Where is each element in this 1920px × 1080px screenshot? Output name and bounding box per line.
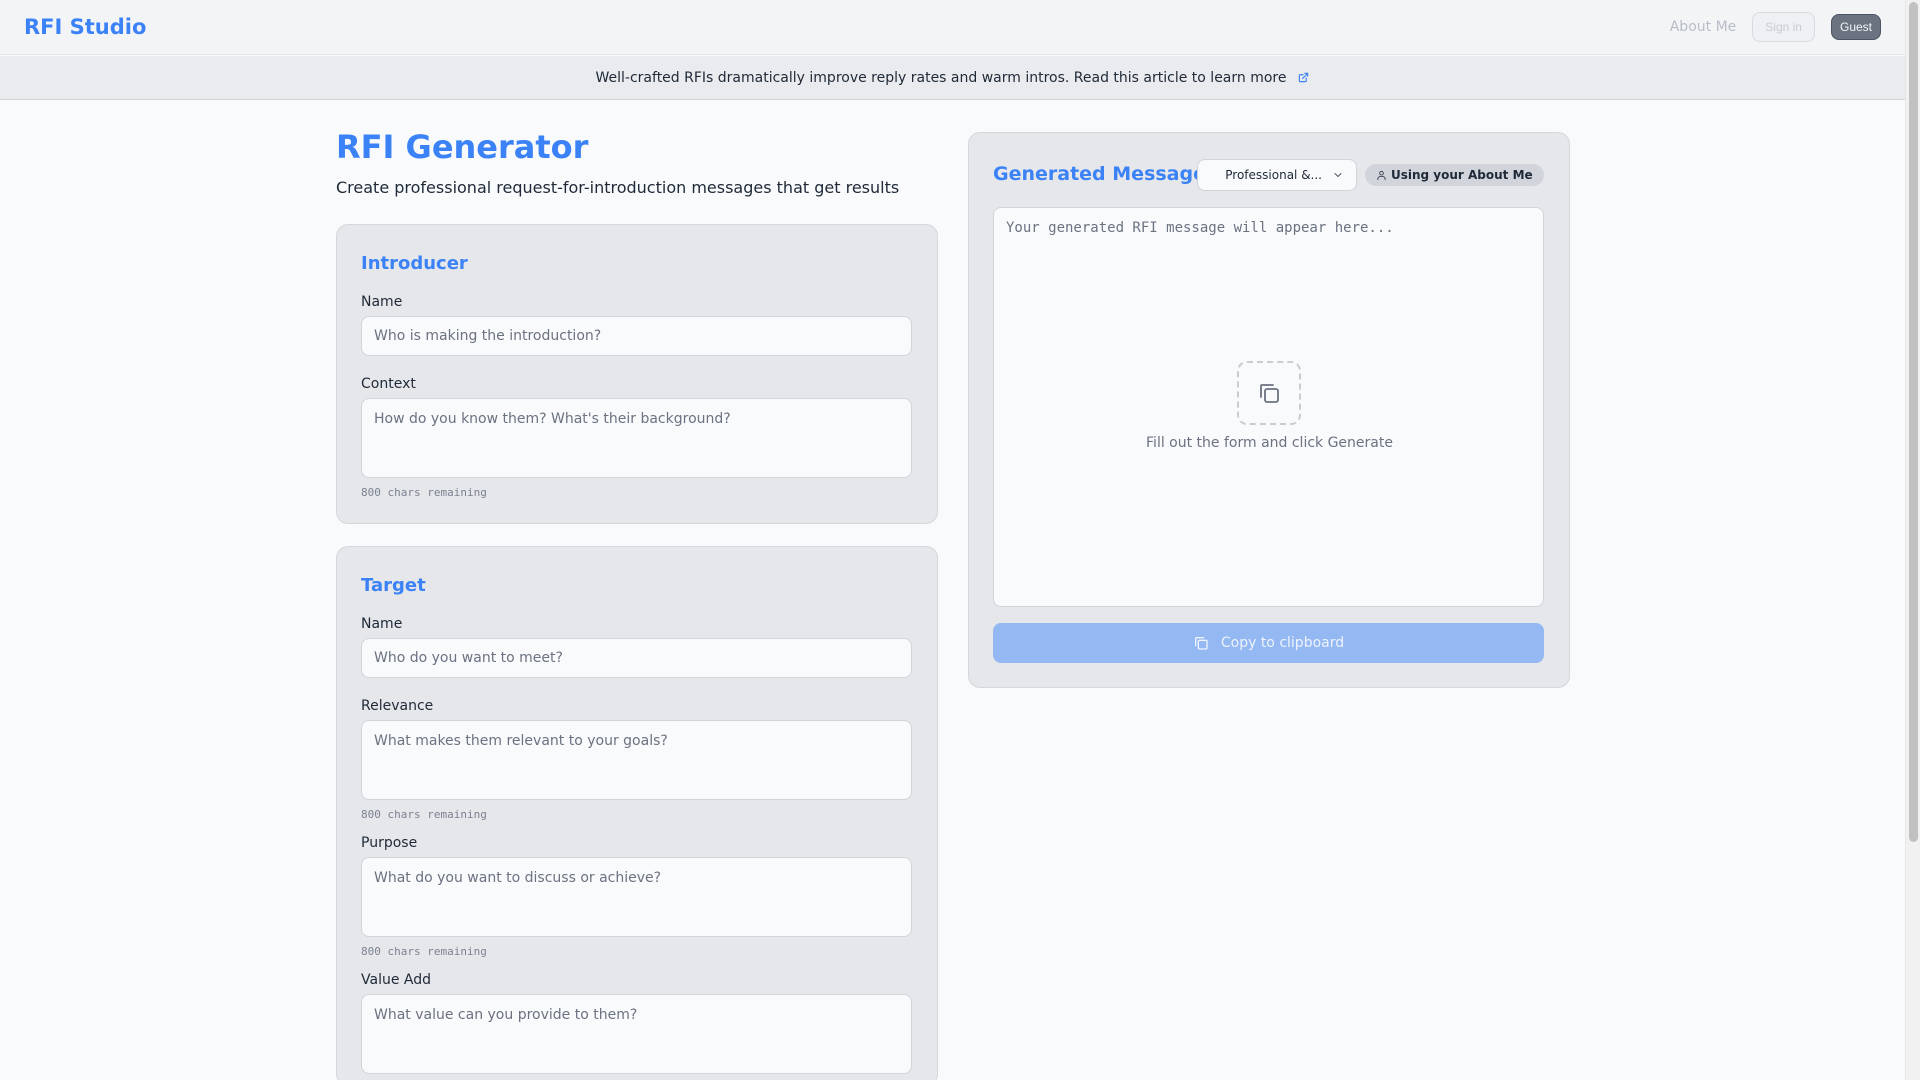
target-purpose-char-count: 800 chars remaining xyxy=(361,945,487,958)
about-me-badge-label: Using your About Me xyxy=(1391,168,1533,182)
generated-output-area[interactable]: Your generated RFI message will appear h… xyxy=(993,207,1544,607)
copy-icon xyxy=(1237,361,1301,425)
generated-message-panel: Generated Message Professional &... Usin… xyxy=(968,132,1570,688)
introducer-name-input[interactable] xyxy=(361,316,912,356)
target-relevance-textarea[interactable] xyxy=(361,720,912,800)
introducer-context-textarea[interactable] xyxy=(361,398,912,478)
nav-actions: About Me Sign in Guest xyxy=(1670,12,1881,42)
target-purpose-textarea[interactable] xyxy=(361,857,912,937)
target-heading: Target xyxy=(361,575,426,596)
external-link-icon[interactable] xyxy=(1298,72,1309,83)
user-icon xyxy=(1376,170,1387,181)
introducer-context-label: Context xyxy=(361,376,416,392)
chevron-down-icon xyxy=(1332,169,1344,181)
target-name-input[interactable] xyxy=(361,638,912,678)
target-purpose-label: Purpose xyxy=(361,835,418,851)
page-subtitle: Create professional request-for-introduc… xyxy=(336,178,900,197)
empty-state-text: Fill out the form and click Generate xyxy=(1146,435,1393,451)
copy-to-clipboard-button[interactable]: Copy to clipboard xyxy=(993,623,1544,663)
scrollbar-thumb[interactable] xyxy=(1909,2,1918,842)
target-relevance-label: Relevance xyxy=(361,698,434,714)
target-purpose-group: Purpose 800 chars remaining xyxy=(361,835,913,958)
target-relevance-group: Relevance 800 chars remaining xyxy=(361,698,913,821)
announcement-banner: Well-crafted RFIs dramatically improve r… xyxy=(0,56,1905,100)
guest-button[interactable]: Guest xyxy=(1830,14,1881,40)
target-value-add-label: Value Add xyxy=(361,972,431,988)
page-scrollbar[interactable] xyxy=(1905,0,1920,1080)
introducer-name-group: Name xyxy=(361,294,913,356)
introducer-context-char-count: 800 chars remaining xyxy=(361,486,487,499)
top-nav: RFI Studio About Me Sign in Guest xyxy=(0,0,1905,55)
brand-logo[interactable]: RFI Studio xyxy=(24,15,146,39)
target-relevance-char-count: 800 chars remaining xyxy=(361,808,487,821)
introducer-name-label: Name xyxy=(361,294,403,310)
target-name-group: Name xyxy=(361,616,913,678)
target-card: Target Name Relevance 800 chars remainin… xyxy=(336,546,938,1080)
introducer-context-group: Context 800 chars remaining xyxy=(361,376,913,499)
copy-button-label: Copy to clipboard xyxy=(1220,635,1345,651)
introducer-card: Introducer Name Context 800 chars remain… xyxy=(336,224,938,524)
introducer-heading: Introducer xyxy=(361,253,468,274)
clipboard-icon xyxy=(1193,635,1209,651)
target-value-add-group: Value Add xyxy=(361,972,913,1078)
about-me-badge: Using your About Me xyxy=(1365,164,1544,186)
target-value-add-textarea[interactable] xyxy=(361,994,912,1074)
banner-text[interactable]: Well-crafted RFIs dramatically improve r… xyxy=(596,70,1287,86)
output-placeholder: Your generated RFI message will appear h… xyxy=(1006,220,1394,236)
generated-message-title: Generated Message xyxy=(993,163,1206,185)
sign-in-button[interactable]: Sign in xyxy=(1752,12,1815,42)
tone-select-value: Professional &... xyxy=(1225,168,1322,182)
about-me-link[interactable]: About Me xyxy=(1670,19,1737,35)
page-title: RFI Generator xyxy=(336,128,589,166)
target-name-label: Name xyxy=(361,616,403,632)
tone-select[interactable]: Professional &... xyxy=(1197,159,1357,191)
